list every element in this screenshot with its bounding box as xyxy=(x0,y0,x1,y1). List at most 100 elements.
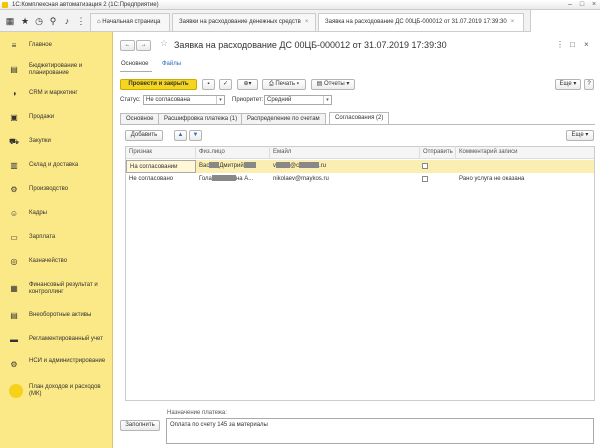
reports-icon: ▤ xyxy=(316,81,324,87)
back-button[interactable]: ← xyxy=(120,40,135,51)
warehouse-icon: ▥ xyxy=(10,161,18,170)
subtab-main[interactable]: Основное xyxy=(121,61,149,67)
document-title: Заявка на расходование ДС 00ЦБ-000012 от… xyxy=(174,40,447,50)
table-row[interactable]: Не согласовано Гола на А... nikolaev@mayk… xyxy=(126,173,594,186)
treasury-icon: ◎ xyxy=(10,257,18,266)
tabs-baseline xyxy=(120,124,595,125)
column-header-comment[interactable]: Комментарий записи xyxy=(456,146,594,158)
production-icon: ⚙ xyxy=(10,185,18,194)
purchases-icon: ⛟ xyxy=(9,137,20,146)
menu-icon: ≡ xyxy=(11,41,17,50)
post-close-button[interactable]: Провести и закрыть xyxy=(120,79,197,90)
forward-button[interactable]: → xyxy=(136,40,151,51)
notifications-bell-icon[interactable]: ♪ xyxy=(62,16,72,26)
send-checkbox[interactable] xyxy=(422,163,428,169)
cell-person[interactable]: Гола на А... xyxy=(196,173,270,186)
form-tab-approvals[interactable]: Согласования (2) xyxy=(329,112,390,124)
tab-bar-space xyxy=(530,10,600,32)
chevron-down-icon: ▾ xyxy=(323,96,331,104)
subtab-files[interactable]: Файлы xyxy=(162,61,181,67)
sidebar-item-crm[interactable]: ◑ CRM и маркетинг xyxy=(0,82,113,106)
apps-grid-icon[interactable]: ▦ xyxy=(5,16,15,26)
move-down-icon[interactable]: ▼ xyxy=(189,130,202,141)
priority-label: Приоритет: xyxy=(232,97,264,103)
budget-icon: ▤ xyxy=(10,65,18,74)
create-based-button[interactable]: ⊕▾ xyxy=(237,79,258,90)
fill-button[interactable]: Заполнить xyxy=(120,420,160,431)
cell-comment[interactable]: Рано услуга не оказана xyxy=(456,173,594,186)
personnel-icon: ☺ xyxy=(9,209,19,218)
priority-select[interactable]: Средний ▾ xyxy=(264,95,332,105)
close-window-icon[interactable]: × xyxy=(590,1,598,9)
tab-request-doc[interactable]: Заявка на расходование ДС 00ЦБ-000012 от… xyxy=(318,13,524,31)
finance-icon: ▦ xyxy=(10,284,18,293)
grid-more-button[interactable]: Еще ▾ xyxy=(566,130,594,141)
print-button[interactable]: ⎙ Печать ▾ xyxy=(262,79,306,90)
table-row[interactable]: На согласовании Вас Дмитрий v @c .ru xyxy=(126,160,594,173)
accounting-icon: ▬ xyxy=(10,335,18,344)
reports-button[interactable]: ▤ Отчеты ▾ xyxy=(311,79,355,90)
cell-email[interactable]: v @c .ru xyxy=(270,160,420,173)
cell-person[interactable]: Вас Дмитрий xyxy=(196,160,270,173)
redacted-block xyxy=(211,175,236,182)
column-header-send[interactable]: Отправить xyxy=(420,146,456,158)
sidebar-item-plan[interactable]: План доходов и расходов (МК) xyxy=(0,378,113,404)
history-clock-icon[interactable]: ◷ xyxy=(34,16,44,26)
tab-requests-list[interactable]: Заявки на расходование денежных средств × xyxy=(172,13,316,31)
form-tab-main[interactable]: Основное xyxy=(120,113,160,124)
subtab-underline xyxy=(120,71,152,72)
column-header-person[interactable]: Физ.лицо xyxy=(196,146,270,158)
cell-email[interactable]: nikolaev@maykos.ru xyxy=(270,173,420,186)
payment-purpose-field[interactable]: Оплата по счету 145 за материалы xyxy=(166,418,594,444)
sidebar-item-purchases[interactable]: ⛟ Закупки xyxy=(0,130,113,154)
favorites-star-icon[interactable]: ★ xyxy=(20,16,30,26)
form-tab-breakdown[interactable]: Расшифровка платежа (1) xyxy=(158,113,244,124)
column-header-email[interactable]: Емайл xyxy=(270,146,420,158)
payment-purpose-label: Назначение платежа: xyxy=(167,410,227,416)
redacted-block xyxy=(299,162,320,169)
sidebar-item-treasury[interactable]: ◎ Казначейство xyxy=(0,250,113,274)
doc-menu-icon[interactable]: ⋮ xyxy=(556,40,564,49)
cell-status[interactable]: Не согласовано xyxy=(126,173,196,186)
status-select[interactable]: Не согласована ▾ xyxy=(143,95,225,105)
cell-status[interactable]: На согласовании xyxy=(126,160,196,173)
sidebar-item-warehouse[interactable]: ▥ Склад и доставка xyxy=(0,154,113,178)
save-button[interactable]: ▪ xyxy=(202,79,215,90)
tab-home[interactable]: ⌂ Начальная страница xyxy=(90,13,170,31)
tab-close-icon[interactable]: × xyxy=(305,19,309,25)
doc-close-icon[interactable]: × xyxy=(584,40,589,49)
add-button[interactable]: Добавить xyxy=(125,130,163,141)
more-button[interactable]: Еще ▾ xyxy=(555,79,581,90)
move-up-icon[interactable]: ▲ xyxy=(174,130,187,141)
sidebar-item-personnel[interactable]: ☺ Кадры xyxy=(0,202,113,226)
send-checkbox[interactable] xyxy=(422,176,428,182)
sidebar-item-assets[interactable]: ▤ Внеоборотные активы xyxy=(0,304,113,328)
doc-maximize-icon[interactable]: □ xyxy=(570,40,575,49)
save-icon: ▪ xyxy=(207,81,210,87)
chevron-down-icon: ▾ xyxy=(216,96,224,104)
sidebar-item-settings[interactable]: ⚙ НСИ и администрирование xyxy=(0,352,113,378)
sales-icon: ▣ xyxy=(10,113,18,122)
search-icon[interactable]: ⚲ xyxy=(48,16,58,26)
redacted-block xyxy=(276,162,290,169)
sidebar-item-budgeting[interactable]: ▤ Бюджетирование и планирование xyxy=(0,58,113,82)
cell-comment[interactable] xyxy=(456,160,594,173)
redacted-block xyxy=(243,162,256,169)
sidebar-item-sales[interactable]: ▣ Продажи xyxy=(0,106,113,130)
redacted-block xyxy=(209,162,220,169)
tab-close-icon[interactable]: × xyxy=(511,19,515,25)
minimize-icon[interactable]: – xyxy=(566,1,574,9)
settings-icon: ⚙ xyxy=(10,360,18,369)
favorite-star-icon[interactable]: ☆ xyxy=(160,38,168,49)
more-menu-icon[interactable]: ⋮ xyxy=(76,16,86,26)
maximize-icon[interactable]: □ xyxy=(578,1,586,9)
sidebar-item-finance[interactable]: ▦ Финансовый результат и контроллинг xyxy=(0,274,113,304)
sidebar-item-salary[interactable]: ▭ Зарплата xyxy=(0,226,113,250)
post-button[interactable]: ✓ xyxy=(219,79,232,90)
sidebar-item-accounting[interactable]: ▬ Регламентированный учет xyxy=(0,328,113,352)
form-tab-distribution[interactable]: Распределение по счетам xyxy=(241,113,326,124)
column-header-status[interactable]: Признак xyxy=(126,146,196,158)
help-button[interactable]: ? xyxy=(584,79,594,90)
sidebar-item-main[interactable]: ≡ Главное xyxy=(0,34,113,58)
sidebar-item-production[interactable]: ⚙ Производство xyxy=(0,178,113,202)
